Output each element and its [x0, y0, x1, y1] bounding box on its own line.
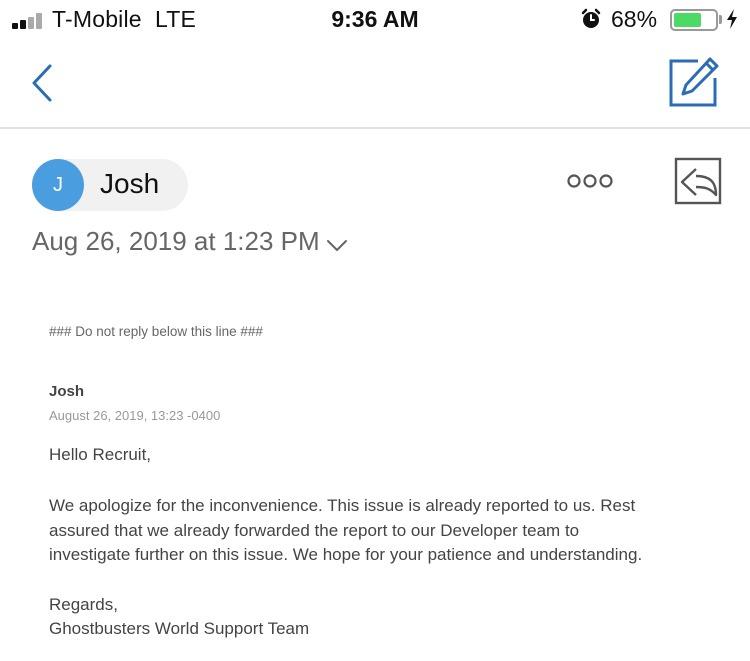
charging-bolt-icon: [727, 9, 737, 29]
chevron-down-icon: [326, 239, 347, 251]
quoted-date: August 26, 2019, 13:23 -0400: [49, 408, 221, 423]
compose-icon[interactable]: [668, 56, 720, 108]
avatar: J: [32, 159, 84, 211]
message-line: investigate further on this issue. We ho…: [49, 545, 643, 564]
status-bar: T-Mobile LTE 9:36 AM 68%: [0, 0, 750, 40]
message-paragraph: We apologize for the inconvenience. This…: [49, 494, 729, 568]
message-line: We apologize for the inconvenience. This…: [49, 496, 636, 515]
signoff: Regards, Ghostbusters World Support Team: [49, 593, 309, 641]
battery-icon: [670, 9, 718, 31]
sender-name: Josh: [100, 168, 160, 199]
alarm-icon: [581, 8, 601, 28]
message-line: assured that we already forwarded the re…: [49, 520, 580, 540]
battery-level: [674, 13, 701, 27]
chevron-left-icon[interactable]: [28, 62, 58, 104]
reply-notice: ### Do not reply below this line ###: [49, 324, 263, 339]
battery-tip: [719, 15, 722, 24]
signoff-line: Ghostbusters World Support Team: [49, 619, 310, 638]
quoted-sender: Josh: [49, 383, 85, 400]
reply-icon[interactable]: [674, 157, 722, 205]
nav-bar: [0, 40, 750, 129]
message-date-text: Aug 26, 2019 at 1:23 PM: [32, 226, 320, 256]
signoff-line: Regards,: [49, 595, 118, 614]
more-dots-icon[interactable]: [562, 168, 618, 194]
message-date[interactable]: Aug 26, 2019 at 1:23 PM: [32, 226, 348, 260]
sender-chip[interactable]: J Josh: [32, 159, 188, 211]
greeting: Hello Recruit,: [49, 445, 152, 464]
battery-percent: 68%: [611, 6, 658, 32]
